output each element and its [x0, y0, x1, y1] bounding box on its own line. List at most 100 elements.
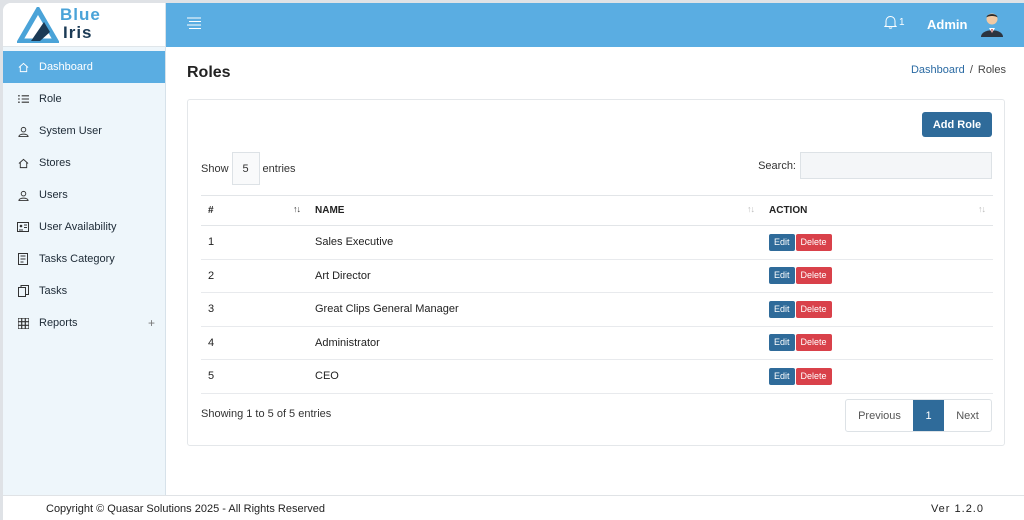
- home-icon: [17, 157, 29, 169]
- row-actions: Edit Delete: [762, 326, 993, 360]
- row-actions: Edit Delete: [762, 359, 993, 394]
- breadcrumb: Dashboard / Roles: [911, 64, 1006, 76]
- column-header-name[interactable]: NAME ↑↓: [308, 195, 762, 226]
- version-text: Ver 1.2.0: [930, 503, 984, 515]
- user-icon: [17, 189, 29, 201]
- role-name: Great Clips General Manager: [308, 292, 762, 327]
- sidebar-item-tasks-category[interactable]: Tasks Category: [3, 243, 165, 275]
- breadcrumb-current: Roles: [977, 64, 1006, 76]
- menu-toggle-icon[interactable]: [186, 16, 202, 33]
- search-label: Search:: [758, 159, 796, 172]
- table-row: 5 CEO Edit Delete: [201, 359, 993, 394]
- show-label: Show: [201, 162, 229, 175]
- table-row: 3 Great Clips General Manager Edit Delete: [201, 292, 993, 327]
- entries-label: entries: [262, 162, 296, 175]
- home-icon: [17, 61, 29, 73]
- user-icon: [17, 125, 29, 137]
- sidebar-item-user-availability[interactable]: User Availability: [3, 211, 165, 243]
- row-actions: Edit Delete: [762, 292, 993, 327]
- top-bar: 1 Admin: [166, 3, 1024, 47]
- breadcrumb-home-link[interactable]: Dashboard: [911, 64, 965, 76]
- row-number: 2: [201, 259, 308, 293]
- edit-button[interactable]: Edit: [769, 300, 795, 318]
- sidebar-item-label: Tasks: [39, 285, 68, 297]
- sidebar-item-users[interactable]: Users: [3, 179, 165, 211]
- roles-table: # ↑↓ NAME ↑↓ ACTION ↑↓ 1 Sales Executive Ed…: [201, 195, 993, 394]
- delete-button[interactable]: Delete: [795, 300, 832, 318]
- column-header-number[interactable]: # ↑↓: [201, 195, 308, 226]
- previous-page-button[interactable]: Previous: [846, 400, 913, 431]
- notifications-button[interactable]: 1: [884, 15, 905, 29]
- row-number: 1: [201, 225, 308, 260]
- sidebar-item-label: Reports: [39, 317, 78, 329]
- sidebar-item-label: Users: [39, 189, 68, 201]
- copy-icon: [17, 285, 29, 297]
- document-icon: [17, 253, 29, 265]
- delete-button[interactable]: Delete: [795, 367, 832, 385]
- entries-length-control: Show 5 entries: [201, 152, 296, 185]
- row-number: 3: [201, 292, 308, 327]
- edit-button[interactable]: Edit: [769, 233, 795, 251]
- id-card-icon: [17, 221, 29, 233]
- next-page-button[interactable]: Next: [944, 400, 991, 431]
- sidebar-item-label: User Availability: [39, 221, 117, 233]
- sidebar-item-dashboard[interactable]: Dashboard: [3, 51, 165, 83]
- sidebar-item-label: System User: [39, 125, 102, 137]
- row-number: 5: [201, 359, 308, 394]
- sidebar-item-system-user[interactable]: System User: [3, 115, 165, 147]
- avatar[interactable]: [980, 11, 1004, 37]
- page-title: Roles: [187, 64, 231, 81]
- sidebar-item-stores[interactable]: Stores: [3, 147, 165, 179]
- page-1-button[interactable]: 1: [913, 400, 944, 431]
- sort-icon: ↑↓: [293, 204, 301, 214]
- delete-button[interactable]: Delete: [795, 334, 832, 352]
- brand-logo[interactable]: Blue Iris: [3, 3, 165, 47]
- entries-select[interactable]: 5: [231, 152, 260, 185]
- sidebar: Blue Iris Dashboard Role System User Sto…: [3, 3, 166, 495]
- row-actions: Edit Delete: [762, 225, 993, 260]
- edit-button[interactable]: Edit: [769, 367, 795, 385]
- column-header-action[interactable]: ACTION ↑↓: [762, 195, 993, 226]
- user-name[interactable]: Admin: [927, 17, 967, 32]
- sort-icon: ↑↓: [747, 204, 755, 214]
- role-name: Administrator: [308, 326, 762, 360]
- edit-button[interactable]: Edit: [769, 267, 795, 285]
- table-row: 2 Art Director Edit Delete: [201, 259, 993, 293]
- sidebar-nav: Dashboard Role System User Stores Users …: [3, 51, 165, 339]
- sort-icon: ↑↓: [978, 204, 986, 214]
- table-row: 4 Administrator Edit Delete: [201, 326, 993, 360]
- table-row: 1 Sales Executive Edit Delete: [201, 225, 993, 260]
- sidebar-item-label: Tasks Category: [39, 253, 115, 265]
- row-number: 4: [201, 326, 308, 360]
- add-role-button[interactable]: Add Role: [922, 112, 992, 137]
- sidebar-item-reports[interactable]: Reports +: [3, 307, 165, 339]
- expand-icon[interactable]: +: [148, 316, 155, 330]
- search-input[interactable]: [800, 152, 992, 179]
- brand-name-line2: Iris: [63, 23, 93, 42]
- sidebar-item-label: Dashboard: [39, 61, 93, 73]
- row-actions: Edit Delete: [762, 259, 993, 293]
- edit-button[interactable]: Edit: [769, 334, 795, 352]
- bell-icon: [884, 15, 897, 29]
- role-name: Art Director: [308, 259, 762, 293]
- sidebar-item-label: Role: [39, 93, 62, 105]
- main-content: Roles Dashboard / Roles Add Role Show 5 en…: [166, 47, 1024, 495]
- role-name: CEO: [308, 359, 762, 394]
- roles-card: Add Role Show 5 entries Search: # ↑↓ NAME…: [187, 99, 1005, 446]
- sidebar-item-tasks[interactable]: Tasks: [3, 275, 165, 307]
- delete-button[interactable]: Delete: [795, 233, 832, 251]
- pagination: Previous 1 Next: [845, 399, 992, 432]
- copyright-text: Copyright © Quasar Solutions 2025 - All …: [46, 503, 325, 515]
- grid-icon: [17, 317, 29, 329]
- table-header-row: # ↑↓ NAME ↑↓ ACTION ↑↓: [201, 195, 993, 226]
- brand-name-line1: Blue: [60, 5, 101, 24]
- search-control: Search:: [758, 152, 992, 179]
- table-info: Showing 1 to 5 of 5 entries: [201, 408, 332, 420]
- breadcrumb-separator: /: [969, 64, 973, 76]
- app-window: Blue Iris Dashboard Role System User Sto…: [3, 3, 1024, 520]
- notification-count: 1: [899, 16, 905, 28]
- sidebar-item-role[interactable]: Role: [3, 83, 165, 115]
- sidebar-item-label: Stores: [39, 157, 71, 169]
- role-name: Sales Executive: [308, 225, 762, 260]
- delete-button[interactable]: Delete: [795, 267, 832, 285]
